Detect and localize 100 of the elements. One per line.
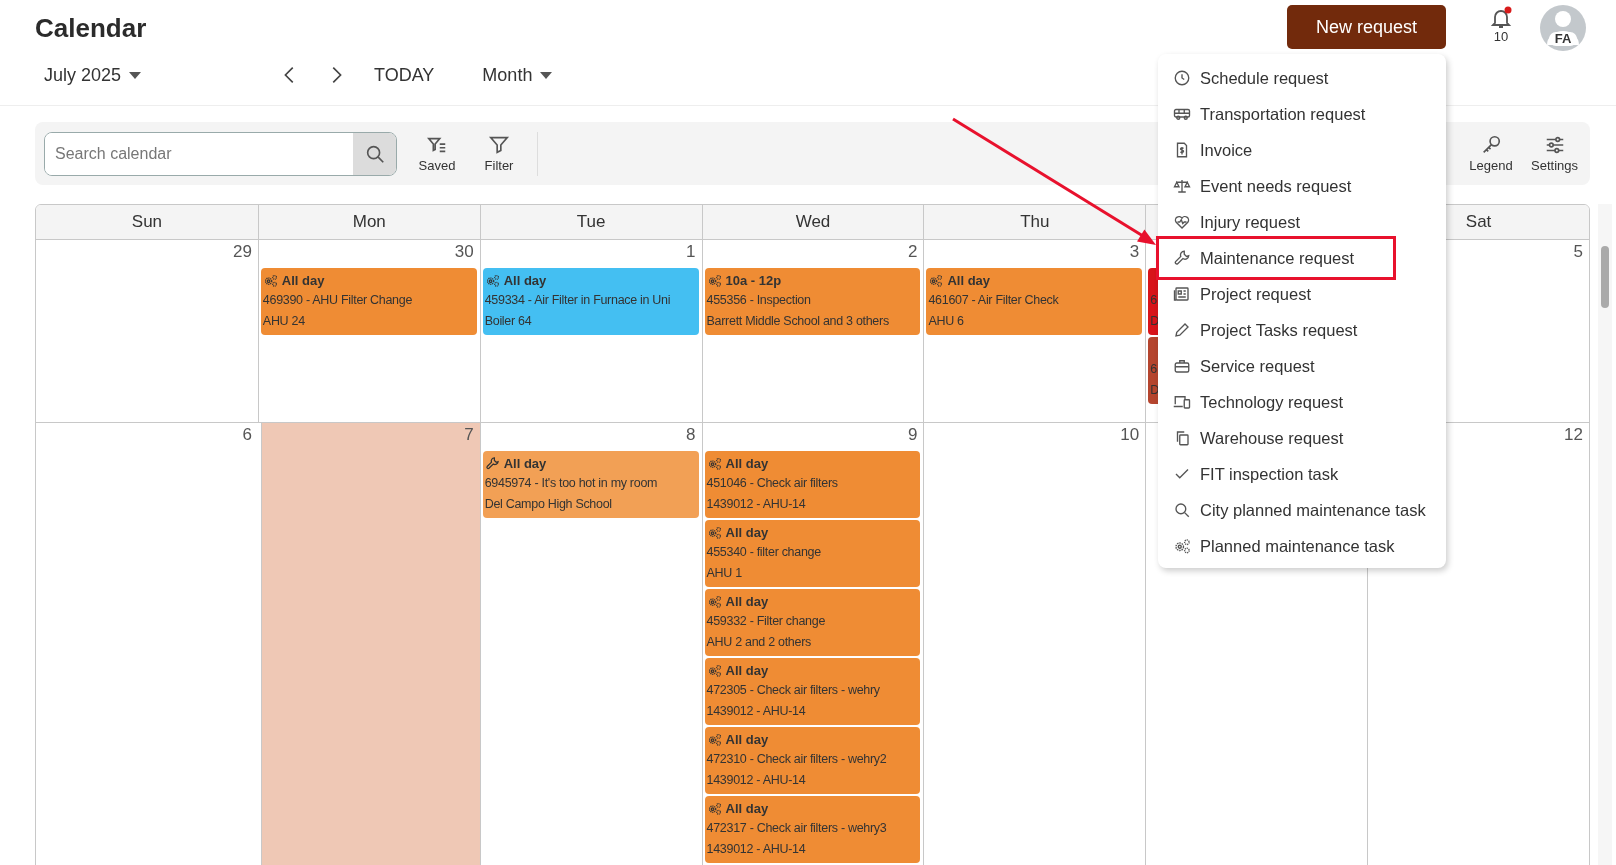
calendar-event[interactable]: All day 469390 - AHU Filter Change AHU 24: [260, 268, 477, 335]
devices-icon: [1173, 393, 1191, 411]
caret-icon: [129, 71, 142, 80]
event-location: Boiler 64: [484, 314, 532, 328]
date-number: 10: [1120, 425, 1140, 444]
menu-item[interactable]: Maintenance request: [1156, 236, 1396, 280]
weekday-header: Sun: [131, 212, 163, 232]
event-location: 1439012 - AHU-14: [706, 704, 806, 718]
view-dropdown[interactable]: Month: [482, 64, 553, 86]
weekday-header: Tue: [576, 212, 606, 232]
gears-icon: [706, 455, 722, 471]
weekday-header: Sat: [1465, 212, 1492, 232]
event-location: AHU 6: [928, 314, 964, 328]
event-time: All day: [947, 272, 991, 288]
menu-item[interactable]: Service request: [1158, 348, 1446, 384]
event-location: AHU 24: [262, 314, 305, 328]
menu-item[interactable]: Warehouse request: [1158, 420, 1446, 456]
event-location: 1439012 - AHU-14: [706, 773, 806, 787]
month-picker[interactable]: July 2025: [44, 64, 249, 86]
calendar-event[interactable]: All day 472305 - Check air filters - wehry 1439012 - AHU-14: [704, 658, 921, 725]
calendar-event[interactable]: All day 459332 - Filter change AHU 2 and 2 others: [704, 589, 921, 656]
new-request-button[interactable]: New request: [1287, 5, 1446, 49]
menu-item[interactable]: Invoice: [1158, 132, 1446, 168]
gears-icon: [484, 272, 500, 288]
caret-icon: [540, 71, 553, 80]
event-title: 6: [1150, 293, 1157, 307]
menu-item[interactable]: Transportation request: [1158, 96, 1446, 132]
avatar[interactable]: FA: [1540, 5, 1586, 51]
event-title: 472310 - Check air filters - wehry2: [706, 752, 887, 766]
gears-icon: [706, 662, 722, 678]
menu-item[interactable]: Project Tasks request: [1158, 312, 1446, 348]
scrollbar[interactable]: [1598, 204, 1612, 865]
scale-icon: [1173, 177, 1191, 195]
filter-tool-button[interactable]: Filter: [477, 134, 521, 173]
menu-item[interactable]: Event needs request: [1158, 168, 1446, 204]
event-location: AHU 2 and 2 others: [706, 635, 811, 649]
key-icon: [1480, 134, 1502, 156]
settings-button[interactable]: Settings: [1531, 134, 1578, 173]
event-title: 469390 - AHU Filter Change: [262, 293, 413, 307]
calendar-event[interactable]: All day 472317 - Check air filters - wehry3 1439012 - AHU-14: [704, 796, 921, 863]
event-time: All day: [503, 272, 547, 288]
search-field[interactable]: Search calendar: [44, 131, 397, 176]
weekday-header: Wed: [795, 212, 831, 232]
menu-item[interactable]: Schedule request: [1158, 60, 1446, 96]
bell-icon[interactable]: [1489, 6, 1513, 30]
event-location: 1439012 - AHU-14: [706, 497, 806, 511]
wrench-icon: [484, 455, 500, 471]
date-number: 6: [242, 425, 252, 444]
event-time: All day: [725, 731, 769, 747]
event-time: All day: [281, 272, 325, 288]
date-number: 7: [464, 425, 474, 444]
menu-item[interactable]: Technology request: [1158, 384, 1446, 420]
gears-icon: [706, 272, 722, 288]
event-location: AHU 1: [706, 566, 742, 580]
event-time: All day: [725, 800, 769, 816]
event-time: All day: [725, 455, 769, 471]
search-icon: [1173, 501, 1191, 519]
date-number: 8: [686, 425, 696, 444]
wrench-icon: [1173, 249, 1191, 267]
date-number: 1: [686, 242, 696, 261]
date-number: 12: [1564, 425, 1583, 444]
gears-icon: [706, 731, 722, 747]
calendar-event[interactable]: All day 451046 - Check air filters 1439012 - AHU-14: [704, 451, 921, 518]
event-title: 455356 - Inspection: [706, 293, 811, 307]
clock-icon: [1173, 69, 1191, 87]
briefcase-icon: [1173, 357, 1191, 375]
calendar-event[interactable]: All day 472310 - Check air filters - wehry2 1439012 - AHU-14: [704, 727, 921, 794]
today-button[interactable]: TODAY: [374, 64, 435, 86]
event-title: 459334 - Air Filter in Furnace in Uni: [484, 293, 671, 307]
event-time: All day: [725, 524, 769, 540]
legend-button[interactable]: Legend: [1469, 134, 1513, 173]
event-time: All day: [503, 455, 547, 471]
date-number: 3: [1129, 242, 1140, 261]
calendar-event[interactable]: All day 6945974 - It's too hot in my room Del Campo High School: [482, 451, 699, 518]
date-number: 2: [907, 242, 918, 261]
event-location: 1439012 - AHU-14: [706, 842, 806, 856]
event-title: 451046 - Check air filters: [706, 476, 838, 490]
calendar-event[interactable]: All day 461607 - Air Filter Check AHU 6: [926, 268, 1143, 335]
page-title: Calendar: [35, 12, 148, 44]
event-title: 6: [1150, 362, 1157, 376]
date-number: 29: [232, 242, 252, 261]
gears-icon: [706, 524, 722, 540]
gears-icon: [928, 272, 944, 288]
event-title: 455340 - filter change: [706, 545, 821, 559]
filter-icon: [488, 134, 510, 156]
event-time: 10a - 12p: [725, 272, 782, 288]
event-title: 461607 - Air Filter Check: [928, 293, 1059, 307]
event-location: Del Campo High School: [484, 497, 612, 511]
calendar-event[interactable]: All day 459334 - Air Filter in Furnace in Uni Boiler 64: [482, 268, 699, 335]
menu-item[interactable]: FIT inspection task: [1158, 456, 1446, 492]
event-time: All day: [725, 662, 769, 678]
saved-tool-button[interactable]: Saved: [415, 134, 459, 173]
calendar-event[interactable]: All day 455340 - filter change AHU 1: [704, 520, 921, 587]
newspaper-icon: [1173, 285, 1191, 303]
event-location: Barrett Middle School and 3 others: [706, 314, 889, 328]
menu-item[interactable]: City planned maintenance task: [1158, 492, 1446, 528]
date-number: 5: [1573, 242, 1583, 261]
event-title: 472305 - Check air filters - wehry: [706, 683, 880, 697]
menu-item[interactable]: Planned maintenance task: [1158, 528, 1446, 564]
calendar-event[interactable]: 10a - 12p 455356 - Inspection Barrett Middle School and 3 others: [704, 268, 921, 335]
